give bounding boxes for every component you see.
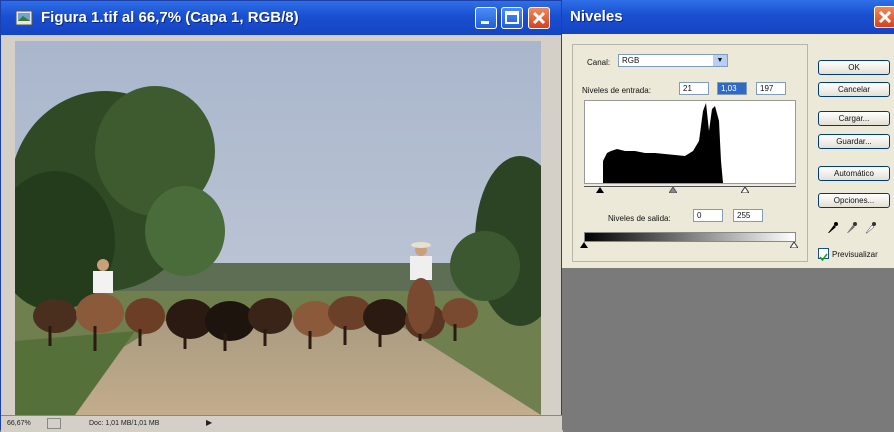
save-button[interactable]: Guardar... <box>818 134 890 149</box>
input-level-gamma[interactable]: 1,03 <box>717 82 747 95</box>
output-black-slider[interactable] <box>580 242 588 248</box>
status-menu-arrow-icon[interactable]: ▶ <box>206 418 220 429</box>
checkbox-icon <box>819 253 828 262</box>
histogram-graph <box>603 103 723 183</box>
channel-select[interactable]: RGB ▼ <box>618 54 728 67</box>
document-title: Figura 1.tif al 66,7% (Capa 1, RGB/8) <box>41 9 299 26</box>
input-slider-track <box>584 186 796 187</box>
zoom-readout[interactable]: 66,67% <box>7 420 31 427</box>
close-icon <box>878 10 892 24</box>
output-level-black[interactable]: 0 <box>693 209 723 222</box>
document-window: Figura 1.tif al 66,7% (Capa 1, RGB/8) 66… <box>0 0 563 432</box>
load-button[interactable]: Cargar... <box>818 111 890 126</box>
eyedropper-white-icon[interactable] <box>864 220 876 234</box>
close-button[interactable] <box>528 7 550 29</box>
auto-button[interactable]: Automático <box>818 166 890 181</box>
histogram <box>584 100 796 184</box>
minimize-icon <box>481 21 489 24</box>
photoshop-doc-icon <box>15 10 33 26</box>
input-level-white[interactable]: 197 <box>756 82 786 95</box>
photo-image <box>15 41 541 415</box>
workspace-background <box>562 268 894 430</box>
levels-dialog: Niveles Canal: RGB ▼ Niveles de entrada:… <box>562 0 894 268</box>
output-white-slider[interactable] <box>790 242 798 248</box>
preview-label[interactable]: Previsualizar <box>832 250 878 259</box>
levels-titlebar[interactable]: Niveles <box>562 0 894 34</box>
document-titlebar[interactable]: Figura 1.tif al 66,7% (Capa 1, RGB/8) <box>1 1 561 35</box>
input-levels-label: Niveles de entrada: <box>582 86 651 95</box>
channel-label: Canal: <box>587 58 611 67</box>
ok-button[interactable]: OK <box>818 60 890 75</box>
eyedropper-gray-icon[interactable] <box>845 220 857 234</box>
minimize-button[interactable] <box>475 7 497 29</box>
input-white-slider[interactable] <box>741 187 749 193</box>
document-canvas[interactable] <box>15 41 541 415</box>
levels-title: Niveles <box>570 8 623 25</box>
doc-size-readout: Doc: 1,01 MB/1,01 MB <box>89 420 160 427</box>
channel-value: RGB <box>622 56 640 65</box>
chevron-down-icon[interactable]: ▼ <box>713 55 727 66</box>
output-level-white[interactable]: 255 <box>733 209 763 222</box>
input-black-slider[interactable] <box>596 187 604 193</box>
maximize-button[interactable] <box>501 7 523 29</box>
input-gamma-slider[interactable] <box>669 187 677 193</box>
options-button[interactable]: Opciones... <box>818 193 890 208</box>
preview-checkbox[interactable] <box>818 248 829 262</box>
eyedropper-black-icon[interactable] <box>826 220 838 234</box>
close-icon <box>532 11 546 25</box>
output-gradient <box>584 232 796 242</box>
zoom-icon[interactable] <box>47 418 61 429</box>
input-level-black[interactable]: 21 <box>679 82 709 95</box>
output-levels-label: Niveles de salida: <box>608 214 671 223</box>
levels-close-button[interactable] <box>874 6 894 28</box>
maximize-icon <box>505 11 519 24</box>
status-bar: 66,67% Doc: 1,01 MB/1,01 MB ▶ <box>1 415 563 432</box>
cancel-button[interactable]: Cancelar <box>818 82 890 97</box>
